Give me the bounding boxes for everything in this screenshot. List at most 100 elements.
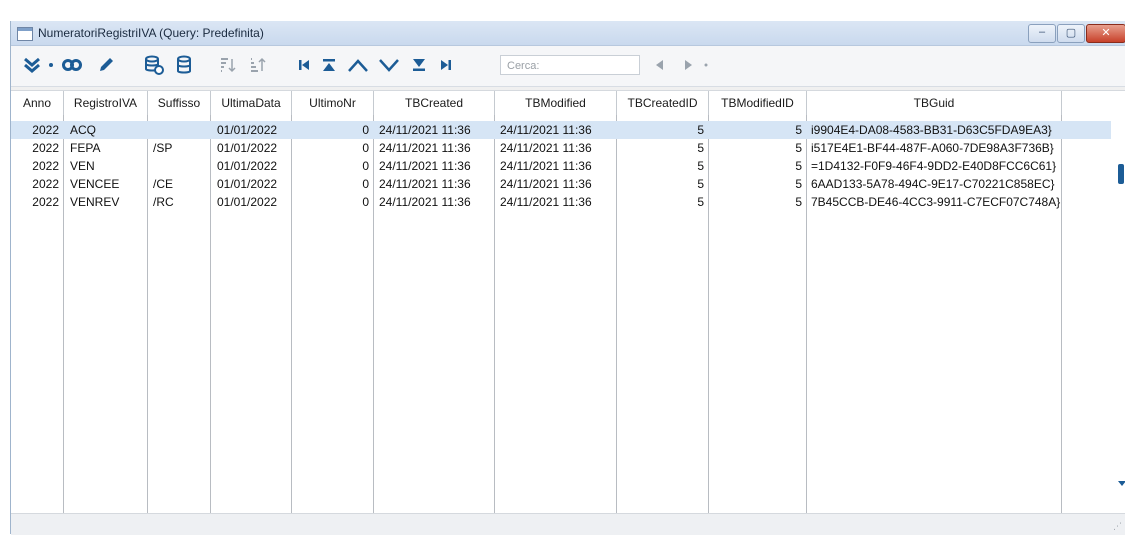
- title-bar[interactable]: NumeratoriRegistriIVA (Query: Predefinit…: [11, 21, 1125, 46]
- column-header-ultimadata[interactable]: UltimaData: [211, 91, 292, 115]
- cell-ultimadata: 01/01/2022: [217, 195, 278, 209]
- search-options-dot-icon[interactable]: [701, 54, 711, 76]
- cell-tbcreatedid: 5: [697, 195, 704, 209]
- search-next-icon[interactable]: [679, 54, 697, 76]
- minimize-button[interactable]: ‒: [1028, 24, 1056, 43]
- cell-ultimonr: 0: [362, 123, 369, 137]
- cell-tbmodified: 24/11/2021 11:36: [500, 123, 592, 137]
- cell-tbcreated: 24/11/2021 11:36: [379, 123, 471, 137]
- expand-double-chevron-icon[interactable]: [19, 54, 45, 76]
- grid-header: Anno RegistroIVA Suffisso UltimaData Ult…: [11, 91, 1081, 115]
- link-icon[interactable]: [59, 54, 85, 76]
- column-header-suffisso[interactable]: Suffisso: [148, 91, 211, 115]
- maximize-icon: ▢: [1065, 27, 1077, 39]
- cell-anno: 2022: [32, 195, 59, 209]
- cell-ultimadata: 01/01/2022: [217, 123, 278, 137]
- column-header-tbguid[interactable]: TBGuid: [807, 91, 1062, 115]
- dropdown-dot-icon[interactable]: [47, 54, 55, 76]
- cell-registroiva: ACQ: [70, 123, 97, 137]
- previous-icon[interactable]: [344, 54, 372, 76]
- cell-tbmodified: 24/11/2021 11:36: [500, 195, 592, 209]
- cell-tbcreated: 24/11/2021 11:36: [379, 159, 471, 173]
- cell-ultimadata: 01/01/2022: [217, 141, 278, 155]
- cell-suffisso: /CE: [153, 177, 174, 191]
- cell-tbcreatedid: 5: [697, 159, 704, 173]
- search-prev-icon[interactable]: [651, 54, 669, 76]
- toolbar: [11, 46, 1125, 87]
- last-record-icon[interactable]: [435, 54, 457, 76]
- window-title: NumeratoriRegistriIVA (Query: Predefinit…: [38, 26, 264, 40]
- cell-tbcreated: 24/11/2021 11:36: [379, 141, 471, 155]
- search-box[interactable]: [500, 55, 640, 75]
- table-row[interactable]: 2022 VENCEE /CE 01/01/2022 0 24/11/2021 …: [11, 175, 1111, 193]
- cell-tbcreatedid: 5: [697, 141, 704, 155]
- cell-tbmodifiedid: 5: [795, 123, 802, 137]
- database-multi-icon[interactable]: [141, 54, 167, 76]
- cell-tbguid: =1D4132-F0F9-46F4-9DD2-E40D8FCC6C61}: [811, 159, 1057, 173]
- cell-tbmodified: 24/11/2021 11:36: [500, 177, 592, 191]
- cell-registroiva: FEPA: [70, 141, 101, 155]
- cell-ultimonr: 0: [362, 141, 369, 155]
- first-record-icon[interactable]: [293, 54, 315, 76]
- cell-tbguid: i517E4E1-BF44-487F-A060-7DE98A3F736B}: [811, 141, 1054, 155]
- cell-tbcreated: 24/11/2021 11:36: [379, 177, 471, 191]
- pencil-icon[interactable]: [93, 54, 119, 76]
- column-header-ultimonr[interactable]: UltimoNr: [292, 91, 374, 115]
- cell-tbguid: 6AAD133-5A78-494C-9E17-C70221C858EC}: [811, 177, 1055, 191]
- cell-tbguid: i9904E4-DA08-4583-BB31-D63C5FDA9EA3}: [811, 123, 1052, 137]
- cell-ultimonr: 0: [362, 195, 369, 209]
- column-header-tbmodified[interactable]: TBModified: [495, 91, 617, 115]
- column-header-registroiva[interactable]: RegistroIVA: [64, 91, 148, 115]
- column-header-anno[interactable]: Anno: [11, 91, 64, 115]
- data-grid: Anno RegistroIVA Suffisso UltimaData Ult…: [11, 90, 1125, 513]
- cell-tbmodified: 24/11/2021 11:36: [500, 159, 592, 173]
- cell-anno: 2022: [32, 177, 59, 191]
- table-row[interactable]: 2022 VENREV /RC 01/01/2022 0 24/11/2021 …: [11, 193, 1111, 211]
- app-window: NumeratoriRegistriIVA (Query: Predefinit…: [10, 21, 1125, 535]
- scroll-up-indicator[interactable]: [1118, 164, 1124, 184]
- cell-ultimadata: 01/01/2022: [217, 177, 278, 191]
- minimize-icon: ‒: [1038, 26, 1046, 38]
- first-page-icon[interactable]: [317, 54, 341, 76]
- cell-tbcreatedid: 5: [697, 123, 704, 137]
- cell-anno: 2022: [32, 123, 59, 137]
- cell-tbmodified: 24/11/2021 11:36: [500, 141, 592, 155]
- resize-grip-icon[interactable]: ⋰: [1113, 521, 1122, 532]
- cell-suffisso: [149, 121, 209, 139]
- sort-ascending-icon[interactable]: [215, 54, 239, 76]
- cell-ultimonr: 0: [362, 159, 369, 173]
- cell-tbmodifiedid: 5: [795, 159, 802, 173]
- cell-anno: 2022: [32, 141, 59, 155]
- scroll-down-arrow-icon[interactable]: [1118, 481, 1125, 486]
- database-icon[interactable]: [171, 54, 197, 76]
- cell-suffisso: /RC: [153, 195, 174, 209]
- cell-registroiva: VEN: [70, 159, 95, 173]
- cell-tbcreated: 24/11/2021 11:36: [379, 195, 471, 209]
- cell-ultimonr: 0: [362, 177, 369, 191]
- cell-suffisso: /SP: [153, 141, 173, 155]
- maximize-button[interactable]: ▢: [1057, 24, 1085, 43]
- table-row[interactable]: 2022 ACQ 01/01/2022 0 24/11/2021 11:36 2…: [11, 121, 1111, 139]
- next-icon[interactable]: [375, 54, 403, 76]
- column-header-tbcreatedid[interactable]: TBCreatedID: [617, 91, 709, 115]
- close-button[interactable]: ✕: [1086, 24, 1125, 43]
- cell-registroiva: VENREV: [70, 195, 120, 209]
- search-input[interactable]: [505, 57, 639, 75]
- status-bar: ⋰: [11, 513, 1125, 535]
- cell-suffisso: [149, 157, 209, 175]
- table-row[interactable]: 2022 VEN 01/01/2022 0 24/11/2021 11:36 2…: [11, 157, 1111, 175]
- cell-tbmodifiedid: 5: [795, 141, 802, 155]
- close-icon: ✕: [1101, 27, 1111, 39]
- column-header-tbmodifiedid[interactable]: TBModifiedID: [709, 91, 807, 115]
- window-app-icon: [17, 27, 33, 41]
- sort-descending-icon[interactable]: [245, 54, 269, 76]
- cell-registroiva: VENCEE: [70, 177, 120, 191]
- table-row[interactable]: 2022 FEPA /SP 01/01/2022 0 24/11/2021 11…: [11, 139, 1111, 157]
- cell-tbmodifiedid: 5: [795, 177, 802, 191]
- cell-ultimadata: 01/01/2022: [217, 159, 278, 173]
- last-page-icon[interactable]: [407, 54, 431, 76]
- column-header-tbcreated[interactable]: TBCreated: [374, 91, 495, 115]
- cell-tbcreatedid: 5: [697, 177, 704, 191]
- cell-tbmodifiedid: 5: [795, 195, 802, 209]
- cell-tbguid: 7B45CCB-DE46-4CC3-9911-C7ECF07C748A}: [811, 195, 1061, 209]
